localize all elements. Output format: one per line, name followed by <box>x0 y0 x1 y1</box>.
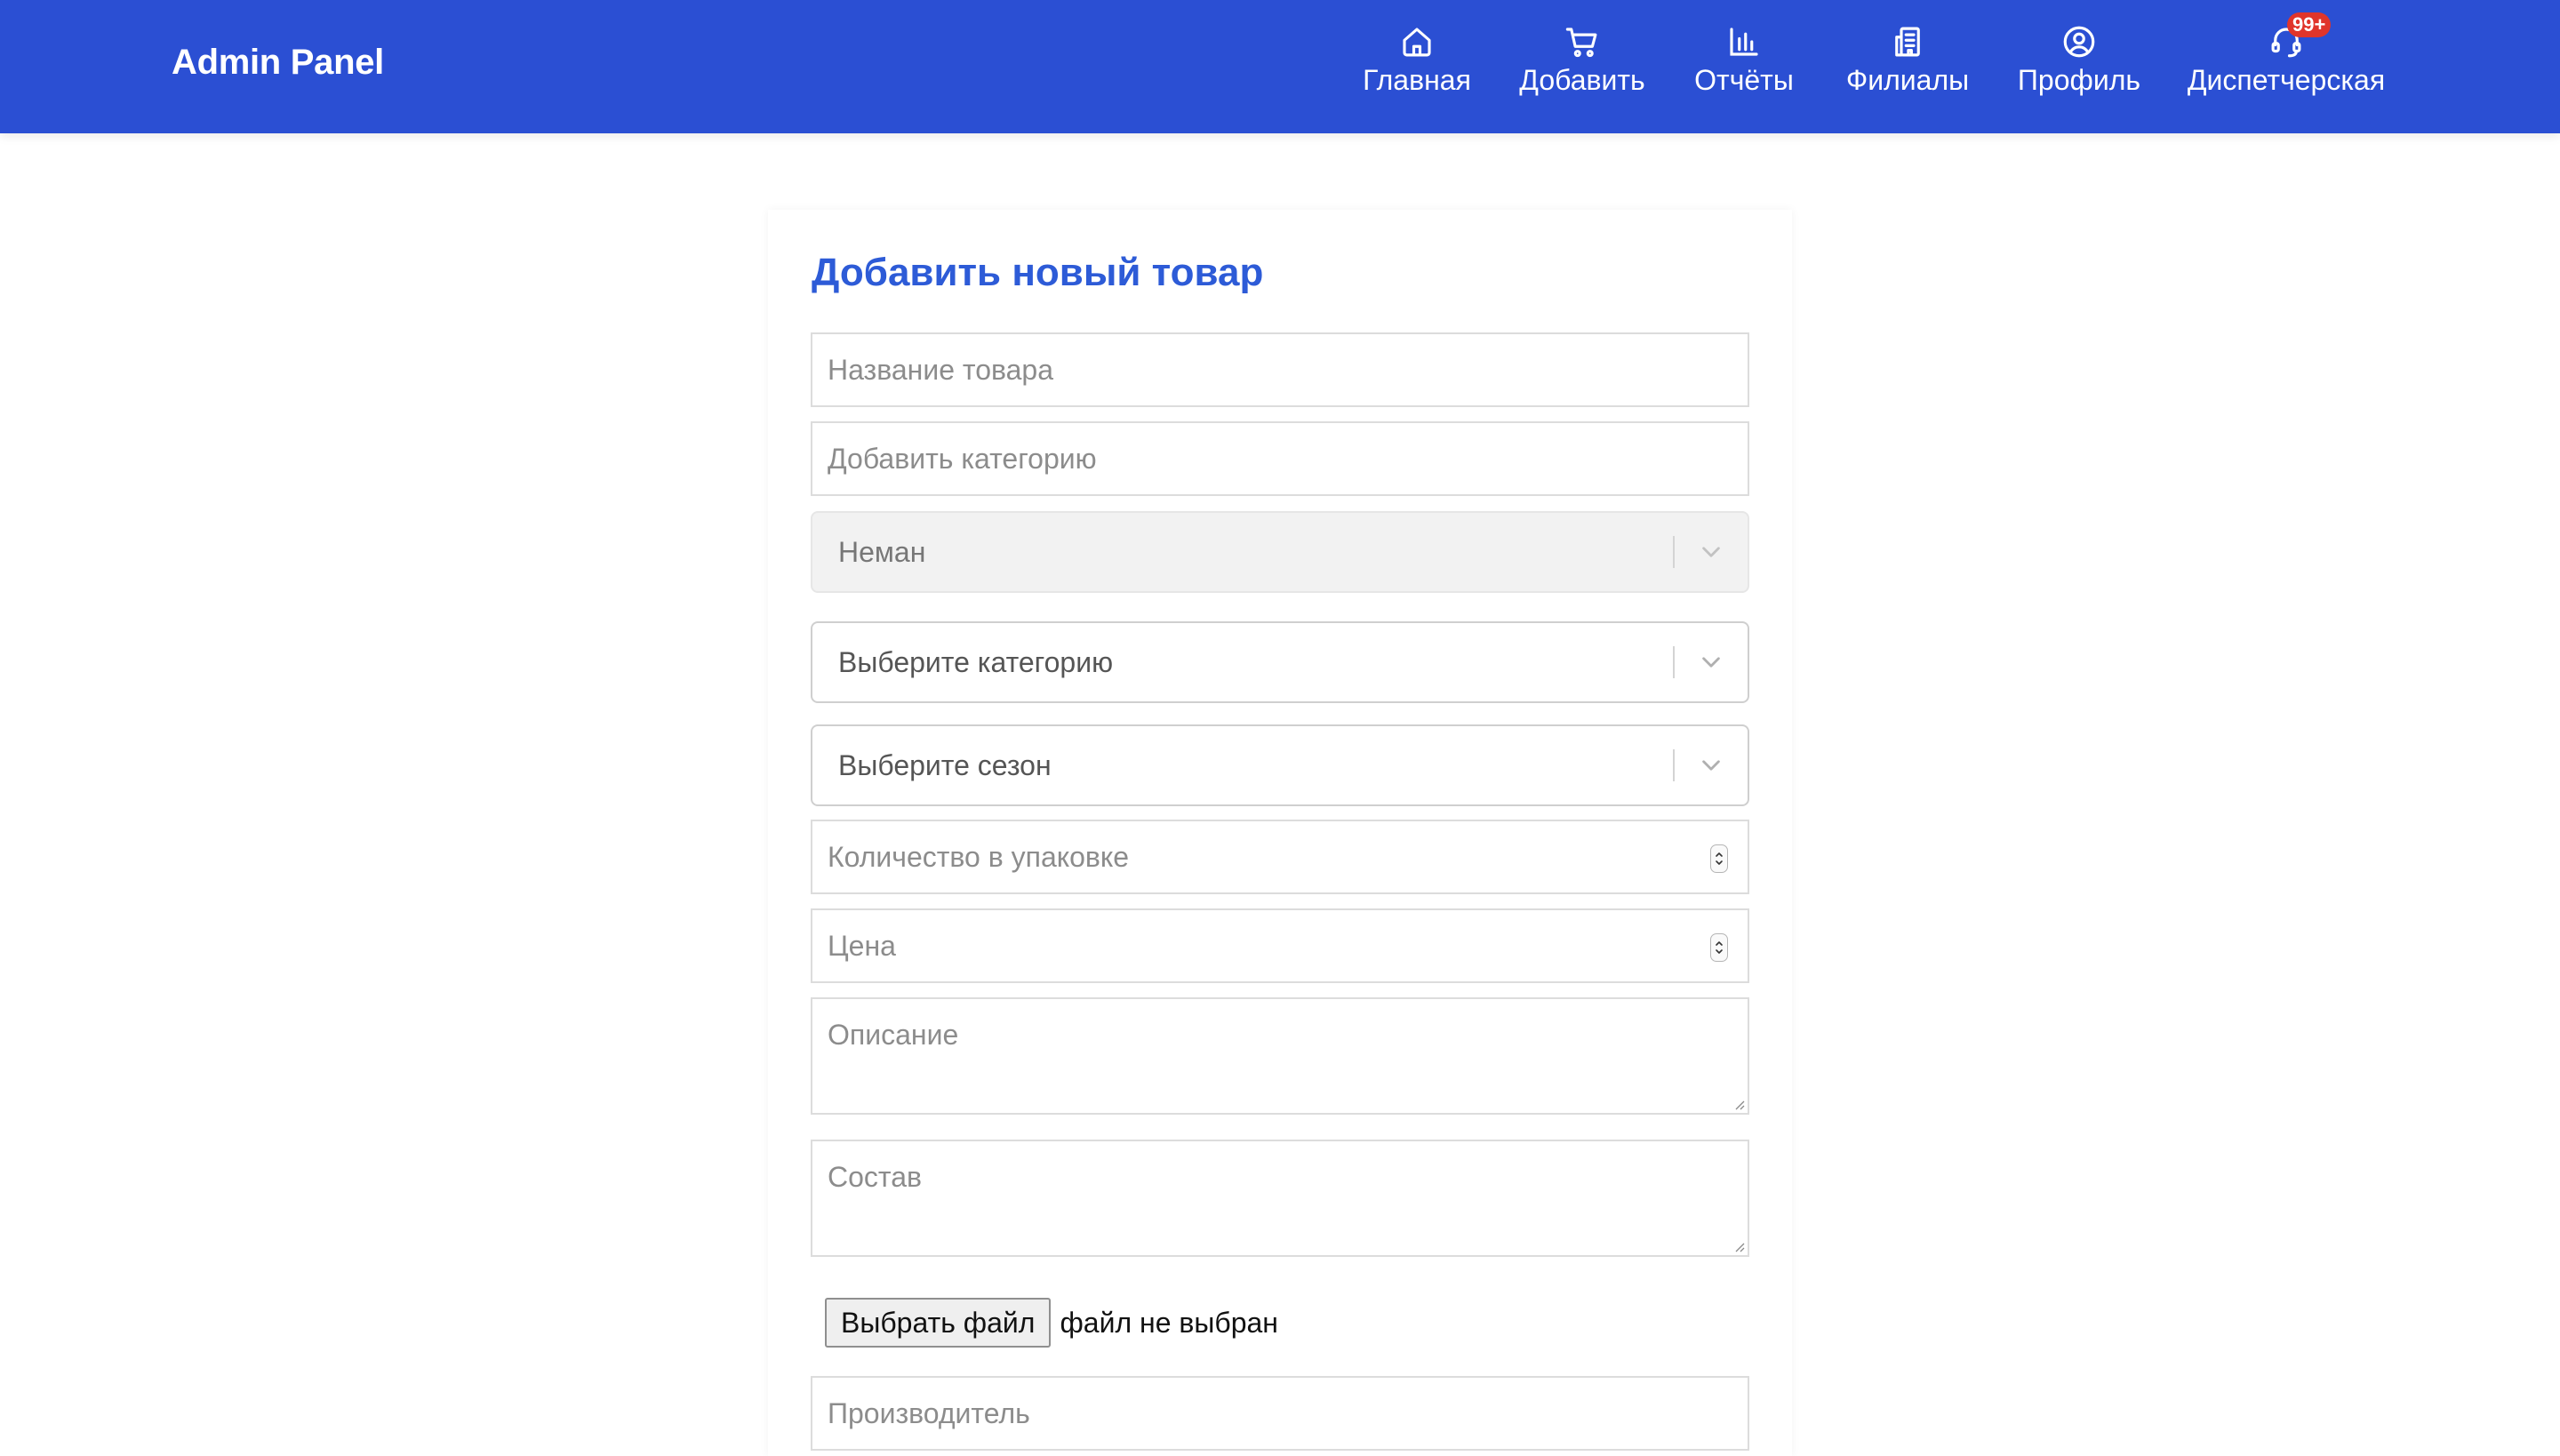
brand-select-value: Неман <box>838 535 926 568</box>
description-textarea[interactable] <box>812 999 1748 1113</box>
description-field[interactable] <box>811 997 1749 1115</box>
season-select-placeholder: Выберите сезон <box>838 748 1052 781</box>
main-nav: Главная Добавить Отчёты Филиалы Профиль … <box>1333 0 2418 133</box>
quantity-field[interactable] <box>811 820 1749 894</box>
add-category-input[interactable] <box>812 423 1748 494</box>
building-icon <box>1889 23 1926 60</box>
manufacturer-input[interactable] <box>812 1378 1748 1449</box>
brand-select: Неман <box>811 511 1749 593</box>
chevron-down-icon[interactable] <box>1675 650 1748 675</box>
season-select[interactable]: Выберите сезон <box>811 724 1749 806</box>
price-input[interactable] <box>812 910 1748 981</box>
nav-item-branches[interactable]: Филиалы <box>1843 23 1972 112</box>
file-status-text: файл не выбран <box>1060 1306 1278 1339</box>
nav-item-profile[interactable]: Профиль <box>2017 23 2141 112</box>
nav-item-add[interactable]: Добавить <box>1516 23 1649 112</box>
quantity-stepper[interactable] <box>1710 844 1728 873</box>
quantity-input[interactable] <box>812 821 1748 892</box>
form-title: Добавить новый товар <box>812 251 1264 294</box>
add-category-field[interactable] <box>811 421 1749 496</box>
nav-item-label: Отчёты <box>1694 64 1794 96</box>
category-select[interactable]: Выберите категорию <box>811 621 1749 703</box>
price-field[interactable] <box>811 908 1749 983</box>
headset-icon: 99+ <box>2268 12 2332 60</box>
nav-item-label: Филиалы <box>1845 64 1970 96</box>
nav-item-label: Диспетчерская <box>2187 64 2386 96</box>
brand-logo-text[interactable]: Admin Panel <box>172 43 384 83</box>
composition-field[interactable] <box>811 1140 1749 1257</box>
user-circle-icon <box>2060 23 2098 60</box>
chevron-down-icon[interactable] <box>1675 753 1748 778</box>
category-select-placeholder: Выберите категорию <box>838 645 1114 678</box>
nav-item-label: Добавить <box>1519 64 1645 96</box>
chevron-down-icon <box>1675 540 1748 564</box>
cart-icon <box>1564 23 1601 60</box>
top-navbar: Admin Panel Главная Добавить Отчёты Фили… <box>0 0 2560 133</box>
nav-item-home[interactable]: Главная <box>1362 23 1472 112</box>
home-icon <box>1398 23 1436 60</box>
product-name-input[interactable] <box>812 334 1748 405</box>
nav-item-dispatch[interactable]: 99+ Диспетчерская <box>2183 12 2389 112</box>
nav-item-label: Главная <box>1363 64 1471 96</box>
product-name-field[interactable] <box>811 332 1749 407</box>
composition-textarea[interactable] <box>812 1141 1748 1255</box>
choose-file-button[interactable]: Выбрать файл <box>825 1298 1052 1348</box>
manufacturer-field[interactable] <box>811 1376 1749 1451</box>
bar-chart-icon <box>1725 23 1763 60</box>
resize-handle-icon[interactable] <box>1732 1098 1745 1110</box>
price-stepper[interactable] <box>1710 933 1728 962</box>
file-upload: Выбрать файл файл не выбран <box>825 1298 1278 1348</box>
nav-item-reports[interactable]: Отчёты <box>1692 23 1796 112</box>
notification-badge: 99+ <box>2287 12 2332 37</box>
nav-item-label: Профиль <box>2017 64 2141 96</box>
resize-handle-icon[interactable] <box>1732 1240 1745 1252</box>
